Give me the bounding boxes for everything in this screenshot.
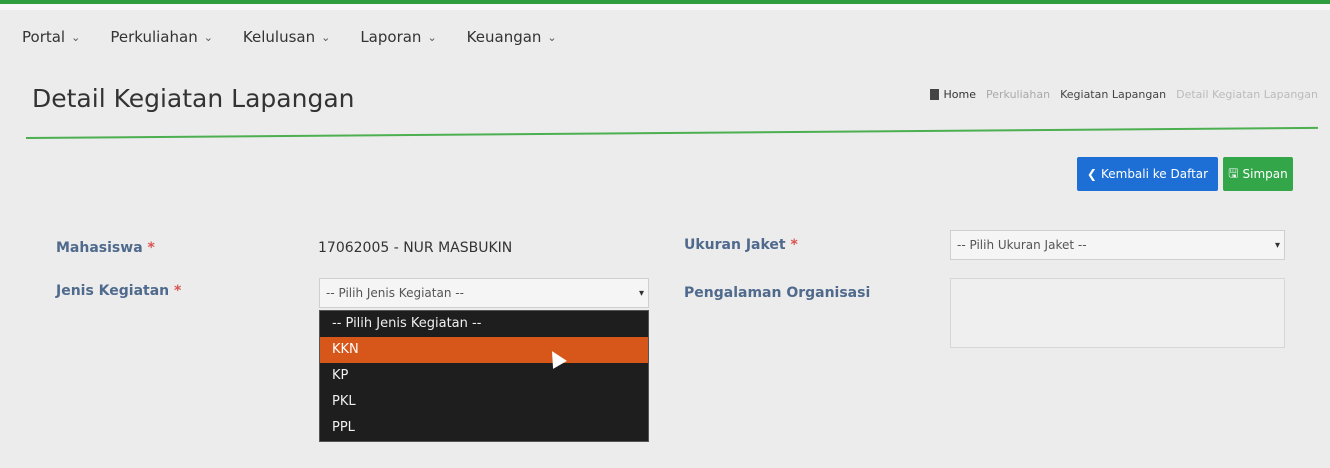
ukuran-jaket-selected: -- Pilih Ukuran Jaket --: [957, 238, 1087, 252]
nav-item-portal[interactable]: Portal ⌄: [22, 26, 80, 48]
dropdown-option[interactable]: KP: [320, 363, 648, 389]
dropdown-option-highlighted[interactable]: KKN: [320, 337, 648, 363]
required-mark: *: [174, 283, 182, 299]
nav-item-label: Kelulusan: [242, 28, 316, 46]
pengalaman-organisasi-label: Pengalaman Organisasi: [684, 285, 871, 301]
dropdown-option[interactable]: PKL: [320, 389, 648, 415]
jenis-kegiatan-label-text: Jenis Kegiatan: [56, 283, 170, 299]
nav-item-label: Laporan: [360, 28, 422, 46]
save-button[interactable]: 🖫 Simpan: [1223, 157, 1293, 191]
chevron-down-icon: ⌄: [427, 30, 437, 44]
mahasiswa-label: Mahasiswa *: [56, 240, 155, 256]
dropdown-arrow-icon: ▾: [638, 288, 644, 299]
file-icon: [929, 89, 939, 100]
jenis-kegiatan-label: Jenis Kegiatan *: [56, 283, 181, 299]
chevron-down-icon: ⌄: [71, 30, 81, 44]
nav-item-keuangan[interactable]: Keuangan ⌄: [467, 26, 557, 48]
chevron-down-icon: ⌄: [547, 30, 557, 44]
ukuran-jaket-label: Ukuran Jaket *: [684, 237, 798, 253]
mahasiswa-value: 17062005 - NUR MASBUKIN: [318, 240, 513, 256]
dropdown-option[interactable]: PPL: [320, 415, 648, 441]
nav-item-label: Keuangan: [466, 28, 542, 46]
jenis-kegiatan-dropdown-list: -- Pilih Jenis Kegiatan -- KKN KP PKL PP…: [319, 310, 649, 442]
required-mark: *: [147, 240, 155, 256]
back-to-list-button[interactable]: ❮ Kembali ke Daftar: [1077, 157, 1218, 191]
dropdown-arrow-icon: ▾: [1274, 240, 1280, 251]
save-button-label: Simpan: [1242, 167, 1288, 181]
main-nav: Portal ⌄ Perkuliahan ⌄ Kelulusan ⌄ Lapor…: [22, 26, 557, 48]
jenis-kegiatan-select[interactable]: -- Pilih Jenis Kegiatan -- ▾: [319, 278, 649, 308]
top-accent-bar: [0, 0, 1330, 10]
ukuran-jaket-label-text: Ukuran Jaket: [684, 237, 786, 253]
back-button-label: Kembali ke Daftar: [1100, 167, 1209, 181]
nav-item-perkuliahan[interactable]: Perkuliahan ⌄: [110, 26, 213, 48]
floppy-icon: 🖫: [1228, 165, 1239, 180]
breadcrumb-home-label: Home: [943, 88, 977, 101]
chevron-down-icon: ⌄: [321, 30, 331, 44]
mahasiswa-label-text: Mahasiswa: [56, 240, 143, 256]
nav-item-label: Portal: [22, 28, 66, 46]
breadcrumb: Home Perkuliahan Kegiatan Lapangan Detai…: [929, 88, 1318, 101]
jenis-kegiatan-selected: -- Pilih Jenis Kegiatan --: [326, 286, 464, 300]
pengalaman-organisasi-textarea[interactable]: [950, 278, 1285, 348]
page-title: Detail Kegiatan Lapangan: [32, 84, 355, 113]
chevron-left-icon: ❮: [1086, 167, 1097, 181]
ukuran-jaket-select[interactable]: -- Pilih Ukuran Jaket -- ▾: [950, 230, 1285, 260]
nav-item-laporan[interactable]: Laporan ⌄: [360, 26, 436, 48]
nav-item-label: Perkuliahan: [110, 28, 198, 46]
header-divider: [25, 126, 1318, 139]
breadcrumb-home[interactable]: Home: [929, 88, 977, 101]
required-mark: *: [790, 237, 798, 253]
chevron-down-icon: ⌄: [203, 30, 213, 44]
breadcrumb-item-perkuliahan[interactable]: Perkuliahan: [986, 88, 1050, 101]
breadcrumb-item-detail: Detail Kegiatan Lapangan: [1176, 88, 1318, 101]
breadcrumb-item-kegiatan-lapangan[interactable]: Kegiatan Lapangan: [1060, 88, 1166, 101]
nav-item-kelulusan[interactable]: Kelulusan ⌄: [243, 26, 330, 48]
dropdown-option[interactable]: -- Pilih Jenis Kegiatan --: [320, 311, 648, 337]
